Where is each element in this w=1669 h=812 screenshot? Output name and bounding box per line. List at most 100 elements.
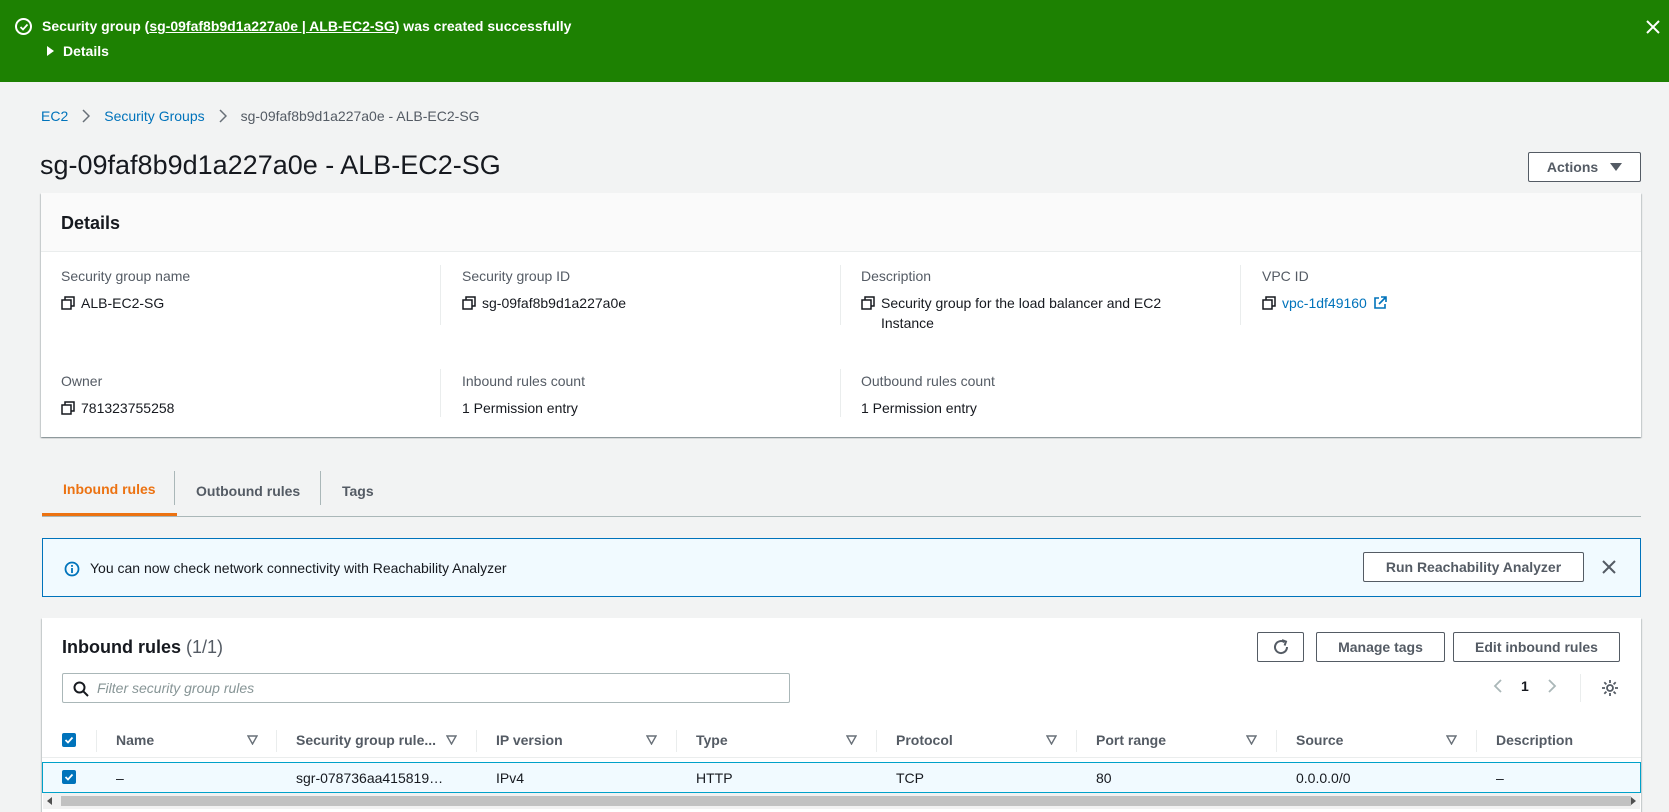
column-header-source[interactable]: Source xyxy=(1296,722,1343,758)
flash-details-label: Details xyxy=(63,43,109,59)
column-divider xyxy=(476,730,477,752)
field-owner: Owner 781323755258 xyxy=(61,373,174,418)
cell-source: 0.0.0.0/0 xyxy=(1296,770,1351,786)
caret-right-icon xyxy=(47,46,54,56)
breadcrumb-ec2[interactable]: EC2 xyxy=(41,108,68,124)
flash-message: Security group (sg-09faf8b9d1a227a0e | A… xyxy=(42,18,571,34)
column-header-description[interactable]: Description xyxy=(1496,722,1573,758)
horizontal-scrollbar[interactable] xyxy=(43,793,1640,809)
field-value: 781323755258 xyxy=(81,400,175,416)
column-divider xyxy=(1076,730,1077,752)
field-value: Security group for the load balancer and… xyxy=(881,295,1162,331)
check-circle-icon xyxy=(15,18,32,35)
table-header: Name Security group rule... IP version T… xyxy=(42,722,1641,758)
edit-inbound-rules-button[interactable]: Edit inbound rules xyxy=(1453,632,1620,662)
breadcrumb-security-groups[interactable]: Security Groups xyxy=(104,108,204,124)
scrollbar-thumb[interactable] xyxy=(61,796,1631,806)
sort-icon[interactable] xyxy=(846,735,857,745)
sort-icon[interactable] xyxy=(1046,735,1057,745)
breadcrumb-current: sg-09faf8b9d1a227a0e - ALB-EC2-SG xyxy=(240,108,480,124)
sort-icon[interactable] xyxy=(446,735,457,745)
actions-label: Actions xyxy=(1546,159,1599,175)
tab-tags[interactable]: Tags xyxy=(321,465,395,516)
column-divider xyxy=(276,730,277,752)
success-flash-banner: Security group (sg-09faf8b9d1a227a0e | A… xyxy=(0,0,1669,82)
filter-rules-input[interactable] xyxy=(97,674,777,702)
sort-icon[interactable] xyxy=(1246,735,1257,745)
column-divider xyxy=(1476,730,1477,752)
field-description: Description Security group for the load … xyxy=(861,268,1191,333)
actions-button[interactable]: Actions xyxy=(1528,152,1641,182)
column-header-type[interactable]: Type xyxy=(696,722,728,758)
row-checkbox[interactable] xyxy=(62,770,76,784)
sort-icon[interactable] xyxy=(1446,735,1457,745)
column-header-rule-id[interactable]: Security group rule... xyxy=(296,722,436,758)
cell-name: – xyxy=(116,770,124,786)
copy-icon[interactable] xyxy=(861,296,875,310)
close-icon[interactable] xyxy=(1601,559,1617,575)
column-divider xyxy=(676,730,677,752)
cell-protocol: TCP xyxy=(896,770,924,786)
page-title: sg-09faf8b9d1a227a0e - ALB-EC2-SG xyxy=(40,150,501,180)
flash-prefix: Security group ( xyxy=(42,18,150,34)
table-row[interactable]: – sgr-078736aa415819… IPv4 HTTP TCP 80 0… xyxy=(42,762,1641,793)
details-panel: Details Security group name ALB-EC2-SG S… xyxy=(41,193,1641,437)
cell-port-range: 80 xyxy=(1096,770,1112,786)
chevron-right-icon[interactable] xyxy=(1547,678,1557,694)
close-icon[interactable] xyxy=(1645,19,1661,35)
column-divider xyxy=(1276,730,1277,752)
external-link-icon[interactable] xyxy=(1373,296,1387,310)
field-outbound-count: Outbound rules count 1 Permission entry xyxy=(861,373,995,418)
copy-icon[interactable] xyxy=(61,401,75,415)
chevron-left-icon[interactable] xyxy=(1493,678,1503,694)
field-label: Inbound rules count xyxy=(462,373,585,389)
field-value: sg-09faf8b9d1a227a0e xyxy=(482,295,627,311)
cell-type: HTTP xyxy=(696,770,733,786)
tab-bar: Inbound rules Outbound rules Tags xyxy=(42,465,1641,517)
copy-icon[interactable] xyxy=(61,296,75,310)
refresh-icon xyxy=(1273,639,1288,655)
divider xyxy=(840,369,841,417)
flash-details-toggle[interactable]: Details xyxy=(47,43,109,59)
sort-icon[interactable] xyxy=(247,735,258,745)
sort-icon[interactable] xyxy=(646,735,657,745)
column-divider xyxy=(876,730,877,752)
column-header-port-range[interactable]: Port range xyxy=(1096,722,1166,758)
column-header-ip-version[interactable]: IP version xyxy=(496,722,563,758)
vpc-link[interactable]: vpc-1df49160 xyxy=(1282,293,1367,313)
search-icon xyxy=(73,681,89,697)
tab-inbound-rules[interactable]: Inbound rules xyxy=(42,465,177,516)
field-value: 1 Permission entry xyxy=(462,400,578,416)
select-all-checkbox[interactable] xyxy=(62,733,76,747)
security-group-link[interactable]: sg-09faf8b9d1a227a0e | ALB-EC2-SG xyxy=(149,18,394,34)
field-label: Security group name xyxy=(61,268,191,284)
field-vpc-id: VPC ID vpc-1df49160 xyxy=(1262,268,1387,313)
divider xyxy=(440,265,441,325)
scroll-left-arrow-icon[interactable] xyxy=(47,797,52,805)
field-label: Outbound rules count xyxy=(861,373,995,389)
tab-outbound-rules[interactable]: Outbound rules xyxy=(175,465,321,516)
column-header-protocol[interactable]: Protocol xyxy=(896,722,953,758)
breadcrumb: EC2 Security Groups sg-09faf8b9d1a227a0e… xyxy=(41,108,480,124)
filter-search xyxy=(62,673,790,703)
cell-rule-id: sgr-078736aa415819… xyxy=(296,770,444,786)
pagination: 1 xyxy=(1493,678,1557,694)
rules-title: Inbound rules xyxy=(62,637,181,657)
gear-icon[interactable] xyxy=(1601,679,1619,697)
refresh-button[interactable] xyxy=(1257,632,1304,662)
field-security-group-id: Security group ID sg-09faf8b9d1a227a0e xyxy=(462,268,626,313)
field-inbound-count: Inbound rules count 1 Permission entry xyxy=(462,373,585,418)
manage-tags-button[interactable]: Manage tags xyxy=(1316,632,1445,662)
scroll-right-arrow-icon[interactable] xyxy=(1631,797,1636,805)
field-value: 1 Permission entry xyxy=(861,400,977,416)
field-label: Description xyxy=(861,268,932,284)
alert-text: You can now check network connectivity w… xyxy=(90,560,507,576)
page-number[interactable]: 1 xyxy=(1521,678,1529,694)
divider xyxy=(1240,265,1241,325)
copy-icon[interactable] xyxy=(462,296,476,310)
field-label: Security group ID xyxy=(462,268,571,284)
copy-icon[interactable] xyxy=(1262,296,1276,310)
column-header-name[interactable]: Name xyxy=(116,722,154,758)
field-security-group-name: Security group name ALB-EC2-SG xyxy=(61,268,190,313)
run-reachability-analyzer-button[interactable]: Run Reachability Analyzer xyxy=(1363,552,1584,582)
